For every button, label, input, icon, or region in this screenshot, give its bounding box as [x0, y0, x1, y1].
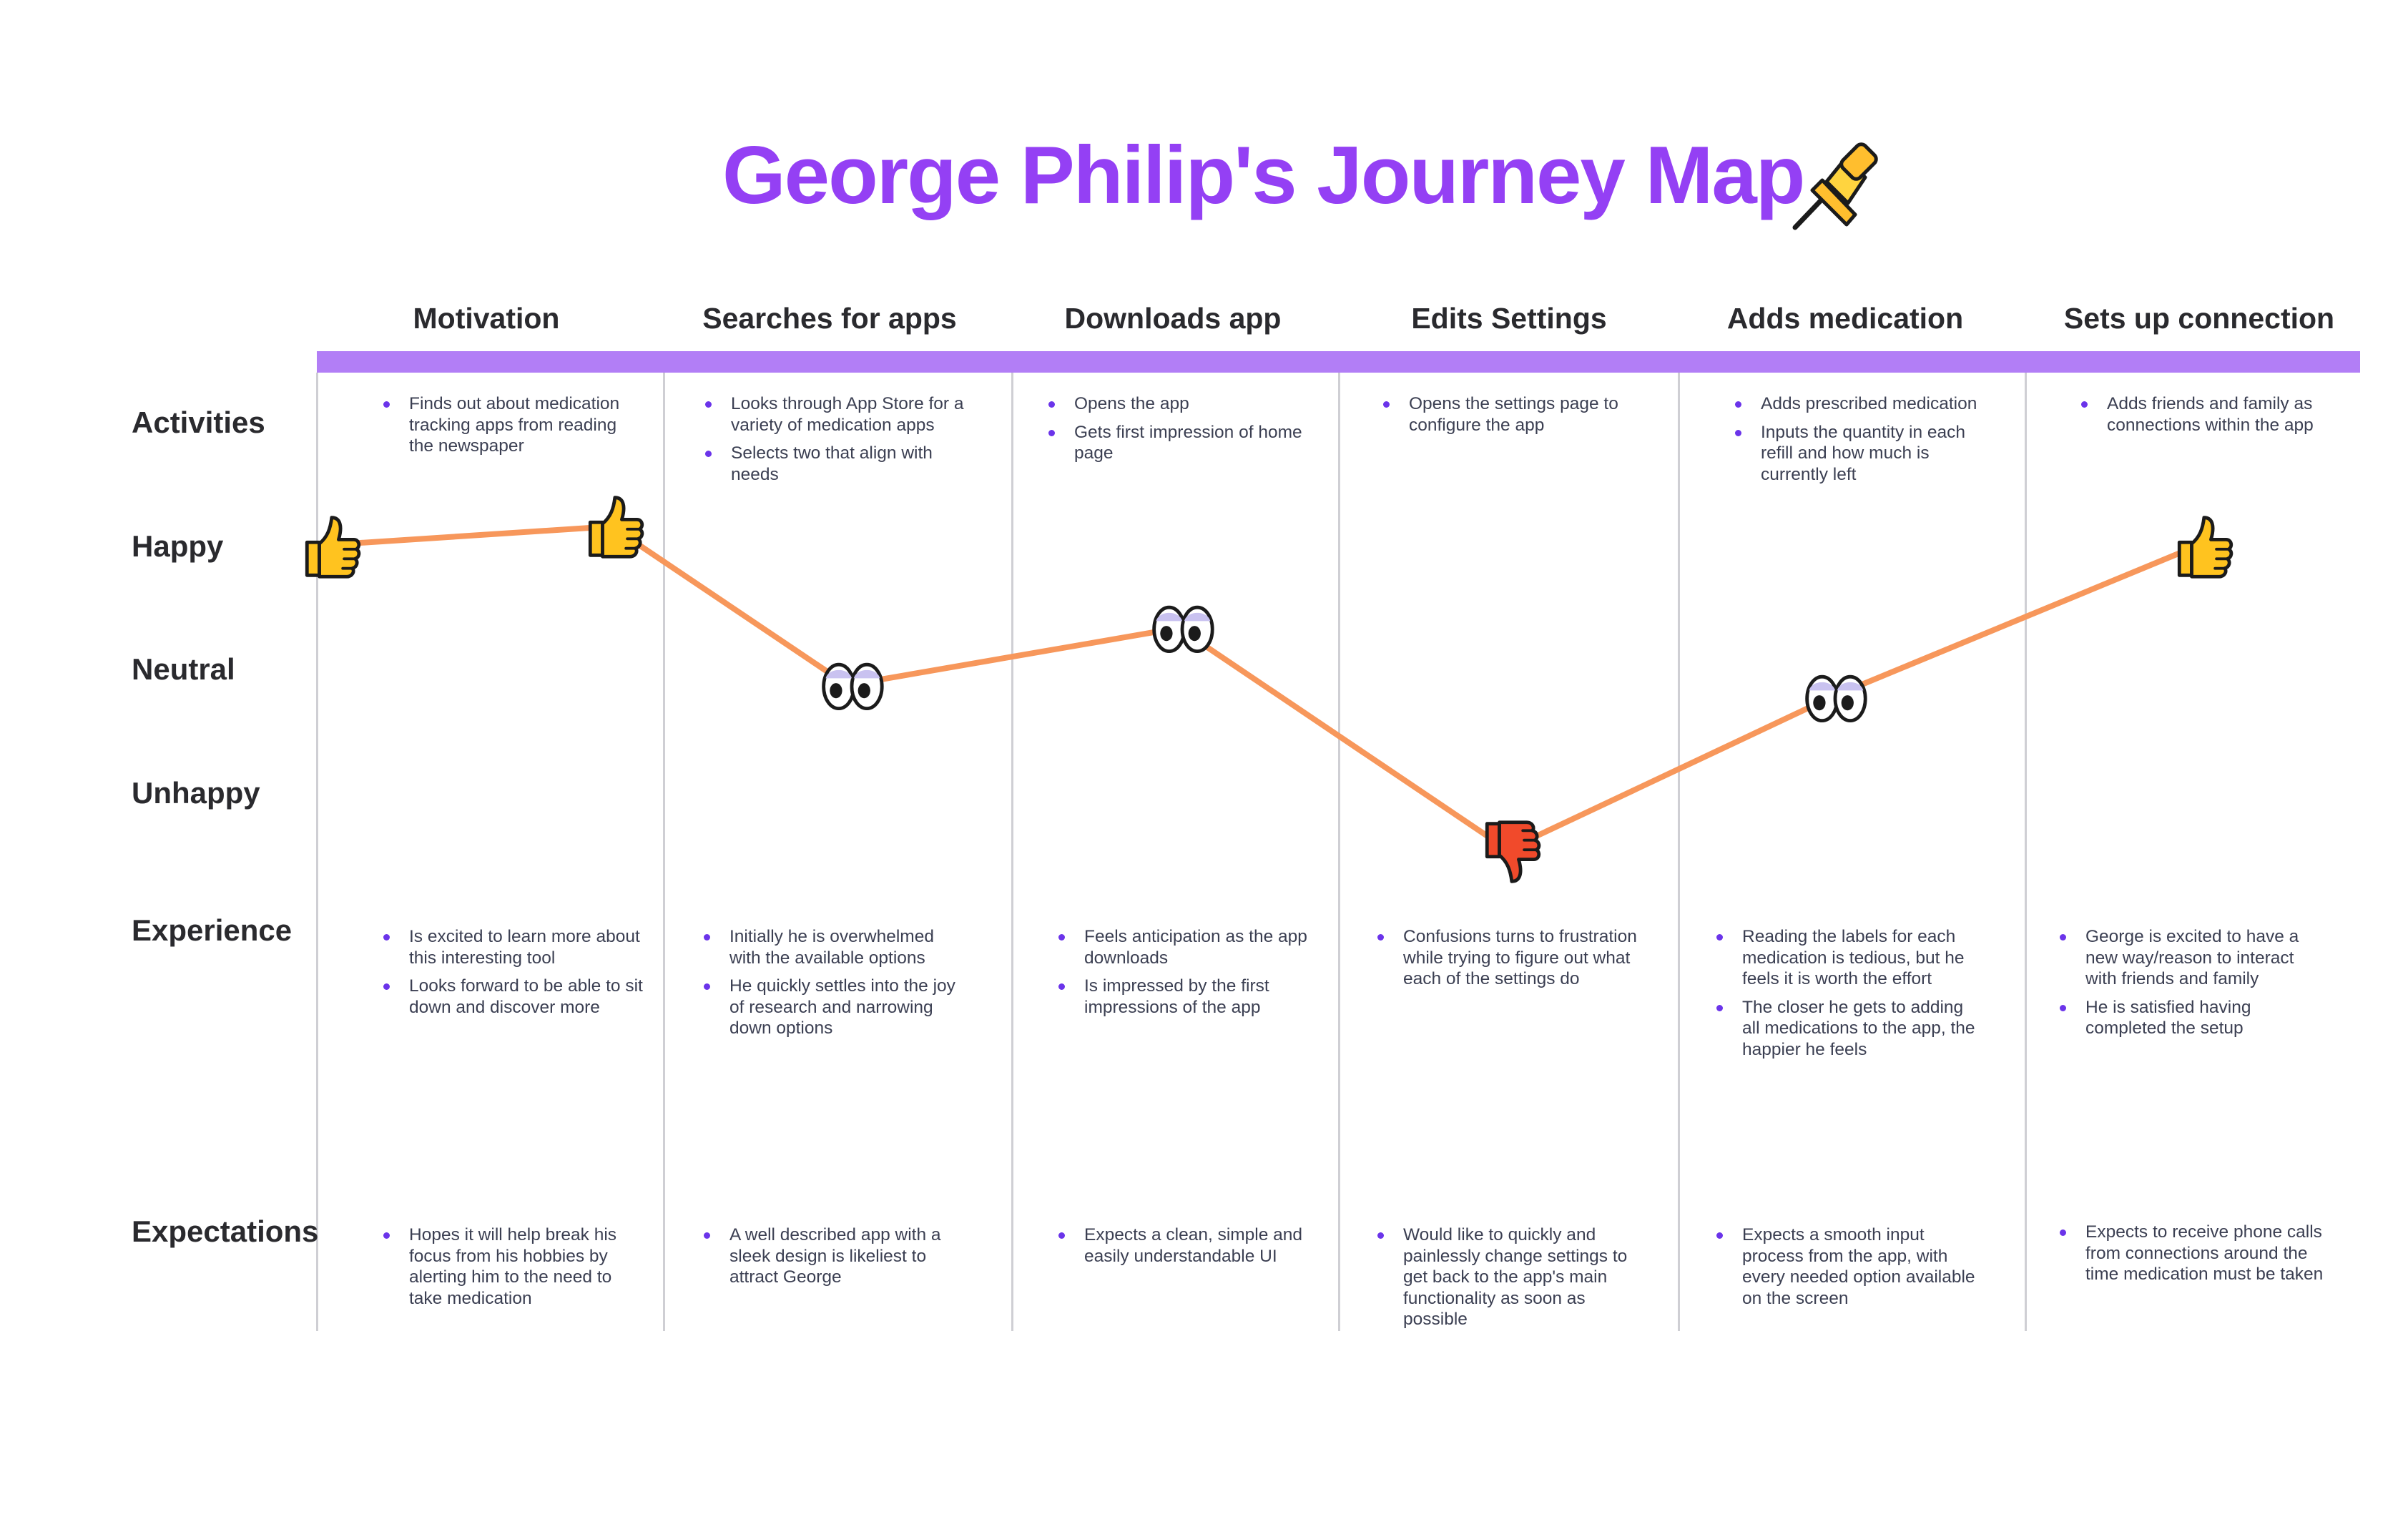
- eyes-icon: [1152, 605, 1214, 654]
- eyes-icon: [822, 662, 884, 711]
- thumbs-up-icon: [2177, 516, 2233, 579]
- eyes-icon: [1805, 674, 1867, 723]
- thumbs-up-icon: [588, 496, 644, 559]
- sentiment-line: [325, 524, 2202, 853]
- sentiment-curve: [325, 524, 2202, 853]
- thumbs-up-icon: [305, 516, 361, 579]
- thumbs-down-icon: [1485, 820, 1541, 883]
